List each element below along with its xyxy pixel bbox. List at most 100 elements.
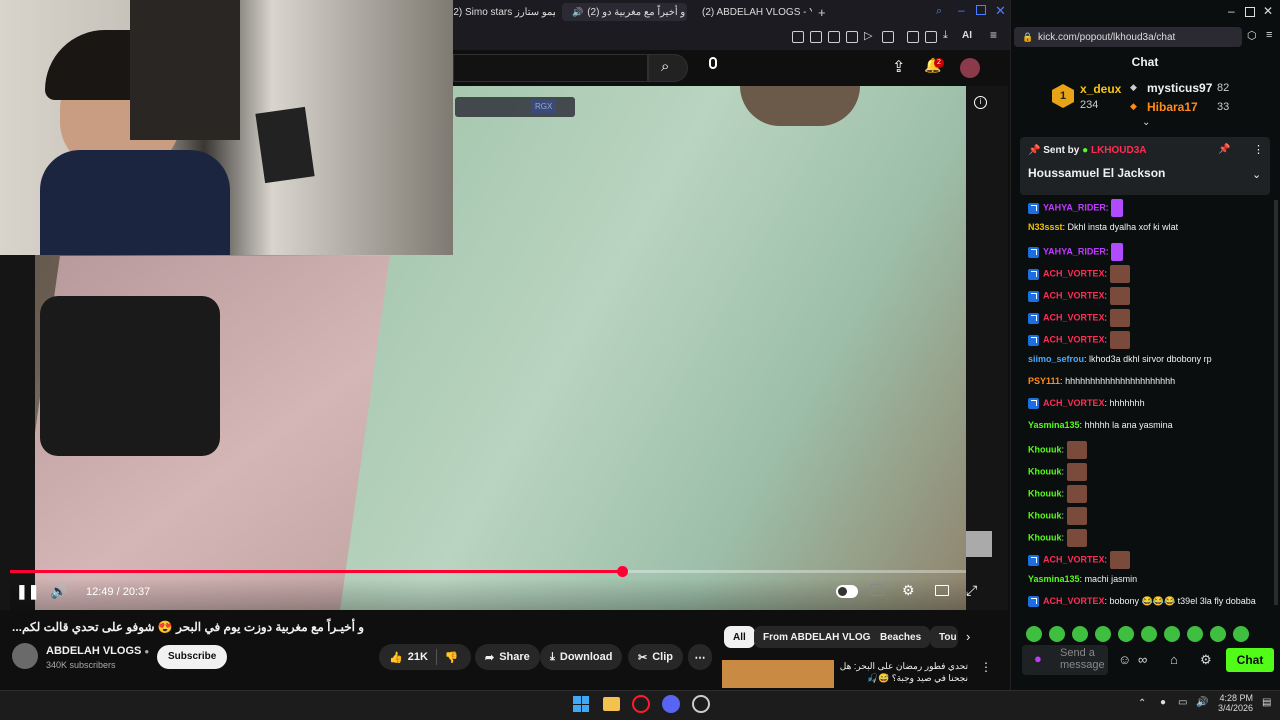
chat-scrollbar[interactable] (1274, 200, 1278, 605)
related-thumbnail[interactable] (722, 660, 834, 688)
subtitles-icon[interactable] (870, 584, 884, 596)
chip-beaches[interactable]: Beaches (871, 626, 931, 648)
search-tabs-icon[interactable]: ⌕ (936, 5, 942, 18)
pinned-more-icon[interactable]: ⋮ (1253, 143, 1264, 156)
chevron-right-icon[interactable]: › (966, 629, 970, 644)
subscribe-button[interactable]: Subscribe (157, 645, 228, 669)
search-button[interactable]: ⌕ (648, 54, 688, 82)
extension-icon[interactable] (907, 31, 919, 43)
share-button[interactable]: ➦ Share (475, 644, 540, 670)
play-icon[interactable]: ▷ (864, 29, 872, 42)
chat-username[interactable]: ACH_VORTEX (1043, 334, 1105, 344)
bookmark-icon[interactable] (810, 31, 822, 43)
channel-name[interactable]: ABDELAH VLOGS ● (46, 645, 149, 657)
chip-from-channel[interactable]: From ABDELAH VLOGS (754, 626, 887, 648)
chat-username[interactable]: ACH_VORTEX (1043, 554, 1105, 564)
emote-button[interactable] (1164, 626, 1180, 642)
chip-tours[interactable]: Tou (930, 626, 958, 648)
notification-center-icon[interactable]: ▤ (1262, 697, 1271, 708)
new-tab-button[interactable]: + (818, 5, 826, 20)
chat-username[interactable]: YAHYA_RIDER (1043, 246, 1106, 256)
thumbs-up-icon[interactable]: 👍 (389, 651, 403, 664)
tab-current-video[interactable]: 🔊 (2) و أخيراً مع مغربية دو (562, 3, 687, 21)
emote-button[interactable] (1233, 626, 1249, 642)
chat-close-button[interactable]: ✕ (1263, 4, 1273, 18)
chat-username[interactable]: Yasmina135 (1028, 574, 1080, 584)
chat-username[interactable]: ACH_VORTEX (1043, 596, 1105, 606)
chat-username[interactable]: N33ssst (1028, 222, 1063, 232)
thumbs-down-icon[interactable]: 👎 (445, 651, 459, 664)
download-button[interactable]: ⤓ Download (540, 644, 623, 670)
chat-username[interactable]: ACH_VORTEX (1043, 398, 1105, 408)
pinned-sender[interactable]: LKHOUD3A (1091, 145, 1147, 156)
chat-username[interactable]: ACH_VORTEX (1043, 290, 1105, 300)
unpin-icon[interactable]: 📌 (1218, 144, 1230, 155)
tab-abdelah-vlogs[interactable]: (2) ABDELAH VLOGS - You (692, 3, 812, 21)
related-title[interactable]: تحدي فطور رمضان على البحر: هل نجحنا في ص… (838, 660, 968, 684)
file-explorer-icon[interactable] (603, 697, 620, 711)
chat-username[interactable]: Khouuk (1028, 532, 1062, 542)
voice-search-button[interactable] (706, 57, 719, 77)
maximize-button[interactable] (976, 5, 986, 15)
emote-button[interactable] (1049, 626, 1065, 642)
channel-avatar[interactable] (12, 643, 38, 669)
chat-settings-icon[interactable]: ⚙ (1200, 652, 1212, 668)
chat-username[interactable]: ACH_VORTEX (1043, 268, 1105, 278)
chip-all[interactable]: All (724, 626, 755, 648)
emote-button[interactable] (1095, 626, 1111, 642)
close-button[interactable]: ✕ (995, 3, 1006, 19)
tab-simo-stars[interactable]: (2) Simo stars سيمو ستارز - (440, 3, 555, 21)
pinned-expand-icon[interactable]: ⌄ (1252, 168, 1261, 181)
pause-button[interactable]: ❚❚ (16, 583, 39, 600)
chat-minimize-button[interactable]: – (1228, 4, 1235, 18)
autoplay-toggle[interactable] (836, 585, 858, 598)
chat-username[interactable]: Yasmina135 (1028, 420, 1080, 430)
speaker-icon[interactable]: 🔊 (572, 7, 583, 18)
volume-tray-icon[interactable]: 🔊 (1196, 697, 1208, 708)
windows-start-icon[interactable] (573, 696, 589, 712)
emote-button[interactable] (1072, 626, 1088, 642)
upload-icon[interactable]: ⇪ (892, 57, 905, 77)
miniplayer-icon[interactable] (935, 585, 949, 596)
rgx-badge[interactable]: RGX (531, 100, 557, 113)
volume-icon[interactable]: 🔊 (50, 583, 67, 600)
ai-extension-button[interactable]: AI (962, 30, 972, 41)
chat-username[interactable]: Khouuk (1028, 444, 1062, 454)
clip-button[interactable]: ✂ Clip (628, 644, 683, 670)
chat-send-button[interactable]: Chat (1226, 648, 1274, 672)
menu-icon[interactable]: ≡ (990, 28, 997, 42)
clock[interactable]: 4:28 PM 3/4/2026 (1218, 693, 1253, 713)
emote-button[interactable] (1141, 626, 1157, 642)
fullscreen-icon[interactable]: ⤢ (966, 582, 977, 599)
leader-name-1[interactable]: x_deux (1080, 82, 1121, 96)
end-card-thumbnail[interactable] (966, 531, 992, 557)
leader-name-2[interactable]: mysticus97 (1147, 81, 1212, 95)
download-icon[interactable]: ⤓ (943, 29, 948, 42)
profile-icon[interactable] (925, 31, 937, 43)
chat-username[interactable]: Khouuk (1028, 510, 1062, 520)
avatar[interactable] (960, 58, 980, 78)
chat-username[interactable]: Khouuk (1028, 488, 1062, 498)
related-more-icon[interactable]: ⋮ (980, 660, 992, 674)
emote-button[interactable] (1118, 626, 1134, 642)
minimize-button[interactable]: – (958, 3, 965, 17)
search-input[interactable] (453, 54, 648, 82)
discord-icon[interactable] (662, 695, 680, 713)
chat-extension-icon[interactable]: ⬡ (1247, 29, 1257, 42)
tray-mic-icon[interactable]: ● (1160, 697, 1166, 708)
more-actions-button[interactable]: ⋯ (688, 644, 712, 670)
info-icon[interactable]: i (974, 96, 987, 109)
like-count[interactable]: 21K (408, 651, 428, 663)
block-icon[interactable] (846, 31, 858, 43)
store-icon[interactable]: ⌂ (1170, 652, 1178, 667)
tray-chevron-icon[interactable]: ⌃ (1138, 698, 1146, 709)
opera-icon[interactable] (632, 695, 650, 713)
chat-username[interactable]: YAHYA_RIDER (1043, 202, 1106, 212)
chat-input[interactable]: ● Send a message (1022, 645, 1108, 675)
chat-username[interactable]: PSY111 (1028, 376, 1060, 386)
chrome-icon[interactable] (692, 695, 710, 713)
emoji-icon[interactable]: ☺ (1118, 652, 1131, 667)
chat-username[interactable]: ACH_VORTEX (1043, 312, 1105, 322)
emote-button[interactable] (1187, 626, 1203, 642)
settings-gear-icon[interactable]: ⚙ (902, 582, 915, 599)
